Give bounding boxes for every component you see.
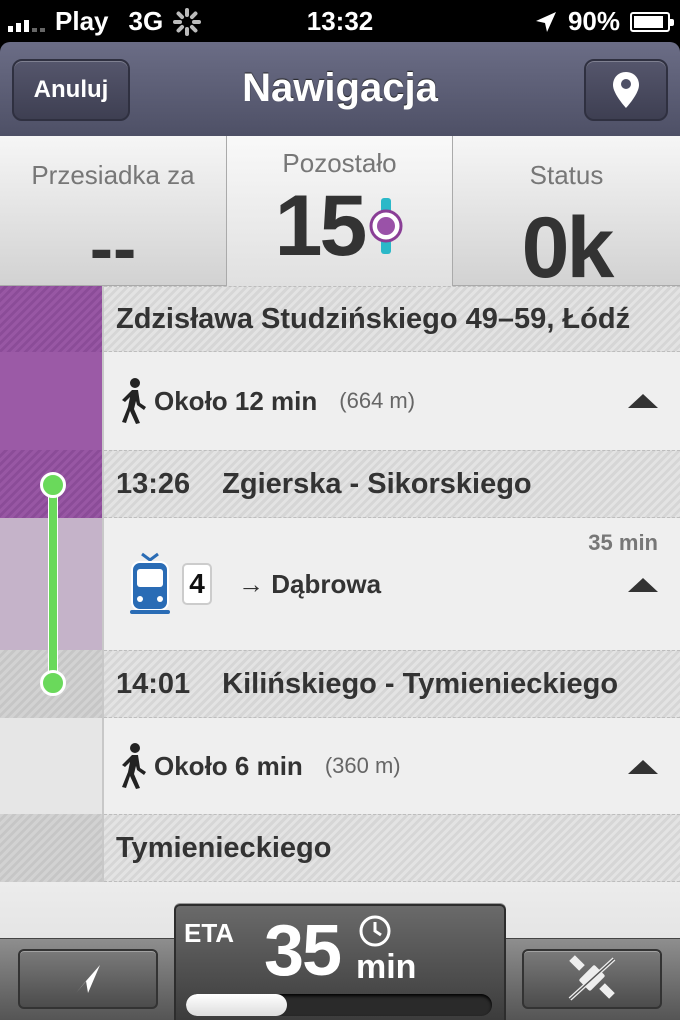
map-pin-icon	[613, 72, 639, 108]
bottom-panel: ETA 35 min	[0, 882, 680, 1020]
walking-icon	[122, 378, 146, 424]
battery-icon	[630, 11, 674, 32]
status-bar: Play 3G 13:32 90%	[0, 0, 680, 42]
itinerary-list: Zdzisława Studzińskiego 49–59, Łódź Okoł…	[0, 286, 680, 882]
walk-distance: (360 m)	[324, 753, 401, 778]
end-stop-name: Tymienieckiego	[116, 831, 332, 864]
eta-value: 35	[264, 911, 342, 991]
walk-distance: (664 m)	[339, 388, 416, 413]
collapse-arrow-icon[interactable]	[628, 578, 658, 592]
trip-info-panel: Przesiadka za -- Pozostało 15 Status 0k	[0, 136, 680, 293]
start-stop-row[interactable]: Zdzisława Studzińskiego 49–59, Łódź	[104, 286, 680, 352]
trip-progress-fill	[186, 994, 287, 1016]
battery-percent: 90%	[567, 6, 620, 36]
stop-row[interactable]: 13:26 Zgierska - Sikorskiego	[104, 450, 680, 518]
transfer-value: --	[89, 209, 137, 287]
map-pin-button[interactable]	[584, 59, 668, 121]
remaining-value: 15	[274, 178, 368, 274]
location-arrow-icon	[76, 965, 100, 993]
stop-time: 13:26	[116, 467, 191, 500]
eta-label: ETA	[184, 918, 235, 948]
remaining-label: Pozostało	[282, 148, 397, 178]
tram-line-badge: 4	[182, 563, 212, 605]
current-route-bar	[48, 484, 58, 684]
status-label: Status	[529, 160, 604, 190]
tram-icon	[130, 552, 170, 614]
tram-direction: → Dąbrowa	[238, 568, 382, 599]
remaining-cell: Pozostało 15	[226, 136, 453, 286]
stop-time: 14:01	[116, 667, 191, 700]
location-arrow-icon	[535, 11, 556, 32]
navigation-bar: Anuluj Nawigacja	[0, 42, 680, 136]
trip-progress-bar	[186, 994, 492, 1016]
walk-leg-row[interactable]: Około 12 min (664 m)	[104, 352, 680, 450]
transfer-cell: Przesiadka za --	[0, 136, 226, 287]
satellite-off-icon	[568, 955, 616, 1001]
remaining-value-row: 15	[227, 181, 452, 271]
route-start-dot	[40, 472, 66, 498]
walking-icon	[122, 743, 146, 789]
status-value: 0k	[521, 200, 615, 296]
end-stop-row[interactable]: Tymienieckiego	[104, 814, 680, 882]
stops-remaining-icon	[369, 198, 403, 254]
status-cell: Status 0k	[453, 136, 680, 293]
eta-panel: ETA 35 min	[174, 904, 506, 1020]
route-end-dot	[40, 670, 66, 696]
walk-duration: Około 6 min	[154, 750, 303, 781]
clock-icon	[359, 915, 391, 947]
stop-row[interactable]: 14:01 Kilińskiego - Tymienieckiego	[104, 650, 680, 718]
tram-leg-row[interactable]: 35 min 4 → Dąbrowa	[104, 518, 680, 650]
eta-unit: min	[356, 948, 417, 986]
locate-me-button[interactable]	[18, 949, 158, 1009]
gps-toggle-button[interactable]	[522, 949, 662, 1009]
stop-name: Zgierska - Sikorskiego	[222, 467, 532, 500]
collapse-arrow-icon[interactable]	[628, 760, 658, 774]
walk-duration: Około 12 min	[154, 385, 318, 416]
tram-duration: 35 min	[588, 530, 658, 555]
walk-leg-row[interactable]: Około 6 min (360 m)	[104, 718, 680, 814]
transfer-label: Przesiadka za	[31, 160, 195, 190]
start-stop-name: Zdzisława Studzińskiego 49–59, Łódź	[116, 302, 631, 335]
collapse-arrow-icon[interactable]	[628, 394, 658, 408]
stop-name: Kilińskiego - Tymienieckiego	[222, 667, 619, 700]
page-title: Nawigacja	[242, 66, 438, 110]
